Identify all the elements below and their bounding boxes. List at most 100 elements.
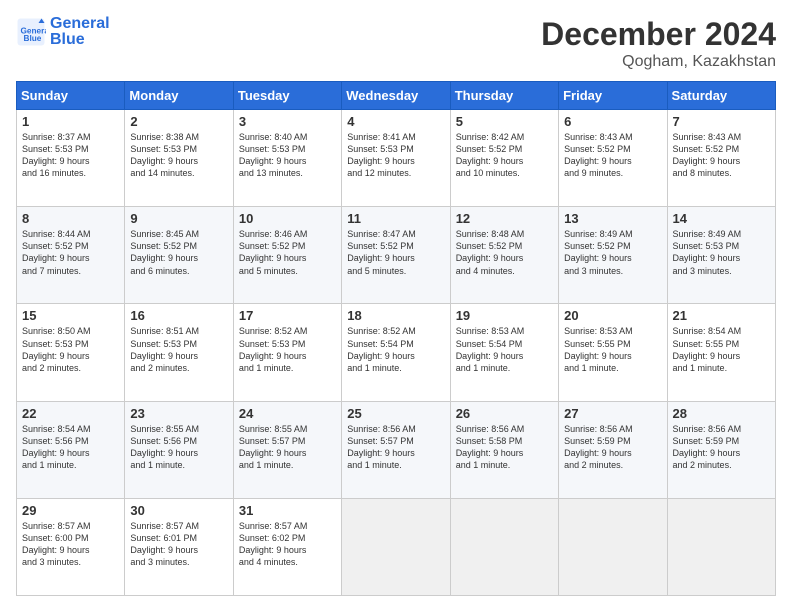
- cell-details: Sunrise: 8:49 AMSunset: 5:52 PMDaylight:…: [564, 228, 661, 277]
- calendar-cell: 13 Sunrise: 8:49 AMSunset: 5:52 PMDayligh…: [559, 207, 667, 304]
- cell-details: Sunrise: 8:57 AMSunset: 6:02 PMDaylight:…: [239, 520, 336, 569]
- day-number: 21: [673, 308, 770, 323]
- day-number: 18: [347, 308, 444, 323]
- calendar-cell: 19Sunrise: 8:53 AMSunset: 5:54 PMDayligh…: [450, 304, 558, 401]
- header: General Blue General Blue December 2024 …: [16, 16, 776, 71]
- calendar-cell: 6Sunrise: 8:43 AMSunset: 5:52 PMDaylight…: [559, 110, 667, 207]
- calendar-cell: 12Sunrise: 8:48 AMSunset: 5:52 PMDayligh…: [450, 207, 558, 304]
- cell-details: Sunrise: 8:43 AMSunset: 5:52 PMDaylight:…: [673, 131, 770, 180]
- day-number: 5: [456, 114, 553, 129]
- cell-details: Sunrise: 8:55 AMSunset: 5:57 PMDaylight:…: [239, 423, 336, 472]
- calendar-cell: 25Sunrise: 8:56 AMSunset: 5:57 PMDayligh…: [342, 401, 450, 498]
- calendar-cell: [450, 498, 558, 595]
- cell-details: Sunrise: 8:48 AMSunset: 5:52 PMDaylight:…: [456, 228, 553, 277]
- cell-details: Sunrise: 8:52 AMSunset: 5:53 PMDaylight:…: [239, 325, 336, 374]
- calendar-cell: 30 Sunrise: 8:57 AMSunset: 6:01 PMDayligh…: [125, 498, 233, 595]
- cell-details: Sunrise: 8:54 AMSunset: 5:55 PMDaylight:…: [673, 325, 770, 374]
- day-number: 9: [130, 211, 227, 226]
- week-row-5: 29 Sunrise: 8:57 AMSunset: 6:00 PMDayligh…: [17, 498, 776, 595]
- calendar-cell: 23Sunrise: 8:55 AMSunset: 5:56 PMDayligh…: [125, 401, 233, 498]
- calendar-cell: 5 Sunrise: 8:42 AMSunset: 5:52 PMDaylight…: [450, 110, 558, 207]
- day-number: 1: [22, 114, 119, 129]
- calendar-cell: 16 Sunrise: 8:51 AMSunset: 5:53 PMDayligh…: [125, 304, 233, 401]
- day-number: 26: [456, 406, 553, 421]
- week-row-4: 22Sunrise: 8:54 AMSunset: 5:56 PMDayligh…: [17, 401, 776, 498]
- calendar-cell: 11 Sunrise: 8:47 AMSunset: 5:52 PMDayligh…: [342, 207, 450, 304]
- day-number: 24: [239, 406, 336, 421]
- day-number: 4: [347, 114, 444, 129]
- cell-details: Sunrise: 8:38 AMSunset: 5:53 PMDaylight:…: [130, 131, 227, 180]
- day-number: 29: [22, 503, 119, 518]
- calendar-cell: [559, 498, 667, 595]
- calendar-body: 1 Sunrise: 8:37 AMSunset: 5:53 PMDaylight…: [17, 110, 776, 596]
- calendar-cell: 17 Sunrise: 8:52 AMSunset: 5:53 PMDayligh…: [233, 304, 341, 401]
- week-row-1: 1 Sunrise: 8:37 AMSunset: 5:53 PMDaylight…: [17, 110, 776, 207]
- calendar-cell: 10Sunrise: 8:46 AMSunset: 5:52 PMDayligh…: [233, 207, 341, 304]
- logo-text: General Blue: [50, 16, 110, 48]
- calendar-cell: [342, 498, 450, 595]
- col-header-tuesday: Tuesday: [233, 82, 341, 110]
- cell-details: Sunrise: 8:56 AMSunset: 5:58 PMDaylight:…: [456, 423, 553, 472]
- svg-text:Blue: Blue: [24, 34, 42, 43]
- cell-details: Sunrise: 8:53 AMSunset: 5:54 PMDaylight:…: [456, 325, 553, 374]
- logo-icon: General Blue: [16, 17, 46, 47]
- calendar-cell: 7Sunrise: 8:43 AMSunset: 5:52 PMDaylight…: [667, 110, 775, 207]
- day-number: 2: [130, 114, 227, 129]
- cell-details: Sunrise: 8:51 AMSunset: 5:53 PMDaylight:…: [130, 325, 227, 374]
- cell-details: Sunrise: 8:43 AMSunset: 5:52 PMDaylight:…: [564, 131, 661, 180]
- day-number: 8: [22, 211, 119, 226]
- calendar-cell: 28 Sunrise: 8:56 AMSunset: 5:59 PMDayligh…: [667, 401, 775, 498]
- day-number: 30: [130, 503, 227, 518]
- calendar-cell: 20 Sunrise: 8:53 AMSunset: 5:55 PMDayligh…: [559, 304, 667, 401]
- cell-details: Sunrise: 8:37 AMSunset: 5:53 PMDaylight:…: [22, 131, 119, 180]
- cell-details: Sunrise: 8:56 AMSunset: 5:59 PMDaylight:…: [673, 423, 770, 472]
- calendar-cell: 8Sunrise: 8:44 AMSunset: 5:52 PMDaylight…: [17, 207, 125, 304]
- col-header-monday: Monday: [125, 82, 233, 110]
- calendar-cell: 22Sunrise: 8:54 AMSunset: 5:56 PMDayligh…: [17, 401, 125, 498]
- col-header-friday: Friday: [559, 82, 667, 110]
- day-number: 25: [347, 406, 444, 421]
- logo-line1: General: [50, 16, 110, 32]
- cell-details: Sunrise: 8:53 AMSunset: 5:55 PMDaylight:…: [564, 325, 661, 374]
- cell-details: Sunrise: 8:46 AMSunset: 5:52 PMDaylight:…: [239, 228, 336, 277]
- week-row-3: 15 Sunrise: 8:50 AMSunset: 5:53 PMDayligh…: [17, 304, 776, 401]
- day-number: 16: [130, 308, 227, 323]
- week-row-2: 8Sunrise: 8:44 AMSunset: 5:52 PMDaylight…: [17, 207, 776, 304]
- calendar-cell: 15 Sunrise: 8:50 AMSunset: 5:53 PMDayligh…: [17, 304, 125, 401]
- cell-details: Sunrise: 8:56 AMSunset: 5:59 PMDaylight:…: [564, 423, 661, 472]
- logo: General Blue General Blue: [16, 16, 110, 48]
- cell-details: Sunrise: 8:41 AMSunset: 5:53 PMDaylight:…: [347, 131, 444, 180]
- cell-details: Sunrise: 8:52 AMSunset: 5:54 PMDaylight:…: [347, 325, 444, 374]
- calendar-cell: 14 Sunrise: 8:49 AMSunset: 5:53 PMDayligh…: [667, 207, 775, 304]
- cell-details: Sunrise: 8:57 AMSunset: 6:01 PMDaylight:…: [130, 520, 227, 569]
- calendar-cell: 3Sunrise: 8:40 AMSunset: 5:53 PMDaylight…: [233, 110, 341, 207]
- calendar-cell: 21 Sunrise: 8:54 AMSunset: 5:55 PMDayligh…: [667, 304, 775, 401]
- cell-details: Sunrise: 8:49 AMSunset: 5:53 PMDaylight:…: [673, 228, 770, 277]
- day-number: 31: [239, 503, 336, 518]
- cell-details: Sunrise: 8:47 AMSunset: 5:52 PMDaylight:…: [347, 228, 444, 277]
- day-number: 23: [130, 406, 227, 421]
- calendar-cell: 29 Sunrise: 8:57 AMSunset: 6:00 PMDayligh…: [17, 498, 125, 595]
- title-area: December 2024 Qogham, Kazakhstan: [541, 16, 776, 71]
- calendar-cell: 2 Sunrise: 8:38 AMSunset: 5:53 PMDaylight…: [125, 110, 233, 207]
- day-number: 28: [673, 406, 770, 421]
- cell-details: Sunrise: 8:42 AMSunset: 5:52 PMDaylight:…: [456, 131, 553, 180]
- cell-details: Sunrise: 8:57 AMSunset: 6:00 PMDaylight:…: [22, 520, 119, 569]
- day-number: 17: [239, 308, 336, 323]
- calendar-cell: 1 Sunrise: 8:37 AMSunset: 5:53 PMDaylight…: [17, 110, 125, 207]
- calendar-cell: 27 Sunrise: 8:56 AMSunset: 5:59 PMDayligh…: [559, 401, 667, 498]
- day-number: 11: [347, 211, 444, 226]
- col-header-thursday: Thursday: [450, 82, 558, 110]
- day-number: 27: [564, 406, 661, 421]
- logo-line2: Blue: [50, 32, 110, 48]
- day-number: 15: [22, 308, 119, 323]
- calendar-cell: [667, 498, 775, 595]
- day-number: 20: [564, 308, 661, 323]
- day-number: 13: [564, 211, 661, 226]
- col-header-wednesday: Wednesday: [342, 82, 450, 110]
- calendar-header-row: SundayMondayTuesdayWednesdayThursdayFrid…: [17, 82, 776, 110]
- calendar-table: SundayMondayTuesdayWednesdayThursdayFrid…: [16, 81, 776, 596]
- cell-details: Sunrise: 8:50 AMSunset: 5:53 PMDaylight:…: [22, 325, 119, 374]
- day-number: 14: [673, 211, 770, 226]
- cell-details: Sunrise: 8:40 AMSunset: 5:53 PMDaylight:…: [239, 131, 336, 180]
